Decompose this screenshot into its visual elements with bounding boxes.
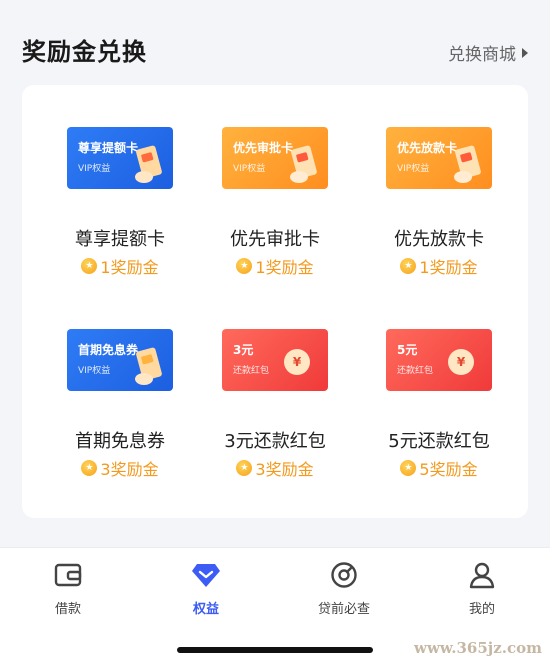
reward-name: 3元还款红包 xyxy=(224,431,326,452)
reward-price: ★ 5奖励金 xyxy=(364,456,514,480)
price-text: 5奖励金 xyxy=(419,460,478,479)
reward-tile: 首期免息券 VIP权益 xyxy=(67,329,173,391)
tile-subtitle: 还款红包 xyxy=(397,366,434,376)
reward-price: ★ 3奖励金 xyxy=(200,456,350,480)
tile-title: 优先审批卡 xyxy=(233,141,294,155)
gauge-icon xyxy=(331,562,357,588)
exchange-mall-label: 兑换商城 xyxy=(448,45,516,65)
caret-right-icon xyxy=(522,47,528,58)
home-indicator xyxy=(177,647,373,653)
tile-title: 优先放款卡 xyxy=(397,141,458,155)
reward-item-interest-free-coupon[interactable]: 首期免息券 VIP权益 首期免息券 ★ 3奖励金 xyxy=(45,329,195,499)
exchange-mall-link[interactable]: 兑换商城 xyxy=(448,40,528,65)
coin-icon: ★ xyxy=(400,258,417,274)
coin-icon: ★ xyxy=(81,258,98,274)
coin-icon: ★ xyxy=(400,460,417,476)
reward-tile: 5元 还款红包 ¥ xyxy=(386,329,492,391)
tile-title: 尊享提额卡 xyxy=(78,141,139,155)
diamond-icon xyxy=(192,564,220,587)
header: 奖励金兑换 兑换商城 xyxy=(0,0,550,88)
phone-card-icon xyxy=(290,145,317,183)
price-text: 3奖励金 xyxy=(100,460,159,479)
reward-tile: 尊享提额卡 VIP权益 xyxy=(67,127,173,189)
tab-label: 我的 xyxy=(468,602,495,617)
reward-price: ★ 1奖励金 xyxy=(200,254,350,278)
coin-icon: ★ xyxy=(236,460,253,476)
reward-name: 优先放款卡 xyxy=(394,229,484,250)
reward-price: ★ 3奖励金 xyxy=(45,456,195,480)
reward-name: 优先审批卡 xyxy=(230,229,320,250)
wallet-icon xyxy=(54,563,82,587)
tile-subtitle: VIP权益 xyxy=(78,164,111,174)
phone-card-icon xyxy=(135,347,162,385)
tile-subtitle: 还款红包 xyxy=(233,366,270,376)
phone-card-icon xyxy=(135,145,162,183)
coin-icon: ★ xyxy=(81,460,98,476)
yen-icon: ¥ xyxy=(448,349,474,375)
tab-pre-loan-check[interactable]: 贷前必查 xyxy=(284,560,404,620)
price-text: 3奖励金 xyxy=(255,460,314,479)
tab-loan[interactable]: 借款 xyxy=(8,560,128,620)
tab-label: 贷前必查 xyxy=(317,602,370,617)
tab-benefits[interactable]: 权益 xyxy=(146,560,266,620)
tile-title: 3元 xyxy=(233,343,254,357)
reward-price: ★ 1奖励金 xyxy=(45,254,195,278)
rewards-card: 尊享提额卡 VIP权益 尊享提额卡 ★ 1奖励金 优先审批卡 VIP权益 优先审… xyxy=(22,85,528,518)
reward-item-5-yuan-red-packet[interactable]: 5元 还款红包 ¥ 5元还款红包 ★ 5奖励金 xyxy=(364,329,514,499)
price-text: 1奖励金 xyxy=(419,258,478,277)
coin-icon: ★ xyxy=(236,258,253,274)
tile-subtitle: VIP权益 xyxy=(233,164,266,174)
reward-item-3-yuan-red-packet[interactable]: 3元 还款红包 ¥ 3元还款红包 ★ 3奖励金 xyxy=(200,329,350,499)
yen-icon: ¥ xyxy=(284,349,310,375)
price-text: 1奖励金 xyxy=(100,258,159,277)
tile-title: 首期免息券 xyxy=(78,343,139,357)
watermark: www.365jz.com xyxy=(414,639,542,657)
reward-name: 5元还款红包 xyxy=(388,431,490,452)
reward-name: 尊享提额卡 xyxy=(75,229,165,250)
reward-name: 首期免息券 xyxy=(75,431,165,452)
reward-item-credit-limit-card[interactable]: 尊享提额卡 VIP权益 尊享提额卡 ★ 1奖励金 xyxy=(45,127,195,297)
reward-tile: 优先放款卡 VIP权益 xyxy=(386,127,492,189)
reward-tile: 优先审批卡 VIP权益 xyxy=(222,127,328,189)
reward-price: ★ 1奖励金 xyxy=(364,254,514,278)
tile-title: 5元 xyxy=(397,343,418,357)
person-icon xyxy=(469,562,495,589)
tab-label: 借款 xyxy=(54,602,81,617)
tab-me[interactable]: 我的 xyxy=(422,560,542,620)
tab-label: 权益 xyxy=(192,602,219,617)
reward-item-priority-approval-card[interactable]: 优先审批卡 VIP权益 优先审批卡 ★ 1奖励金 xyxy=(200,127,350,297)
reward-tile: 3元 还款红包 ¥ xyxy=(222,329,328,391)
phone-card-icon xyxy=(454,145,481,183)
page-title: 奖励金兑换 xyxy=(22,38,147,66)
tile-subtitle: VIP权益 xyxy=(78,366,111,376)
price-text: 1奖励金 xyxy=(255,258,314,277)
reward-item-priority-loan-card[interactable]: 优先放款卡 VIP权益 优先放款卡 ★ 1奖励金 xyxy=(364,127,514,297)
tile-subtitle: VIP权益 xyxy=(397,164,430,174)
